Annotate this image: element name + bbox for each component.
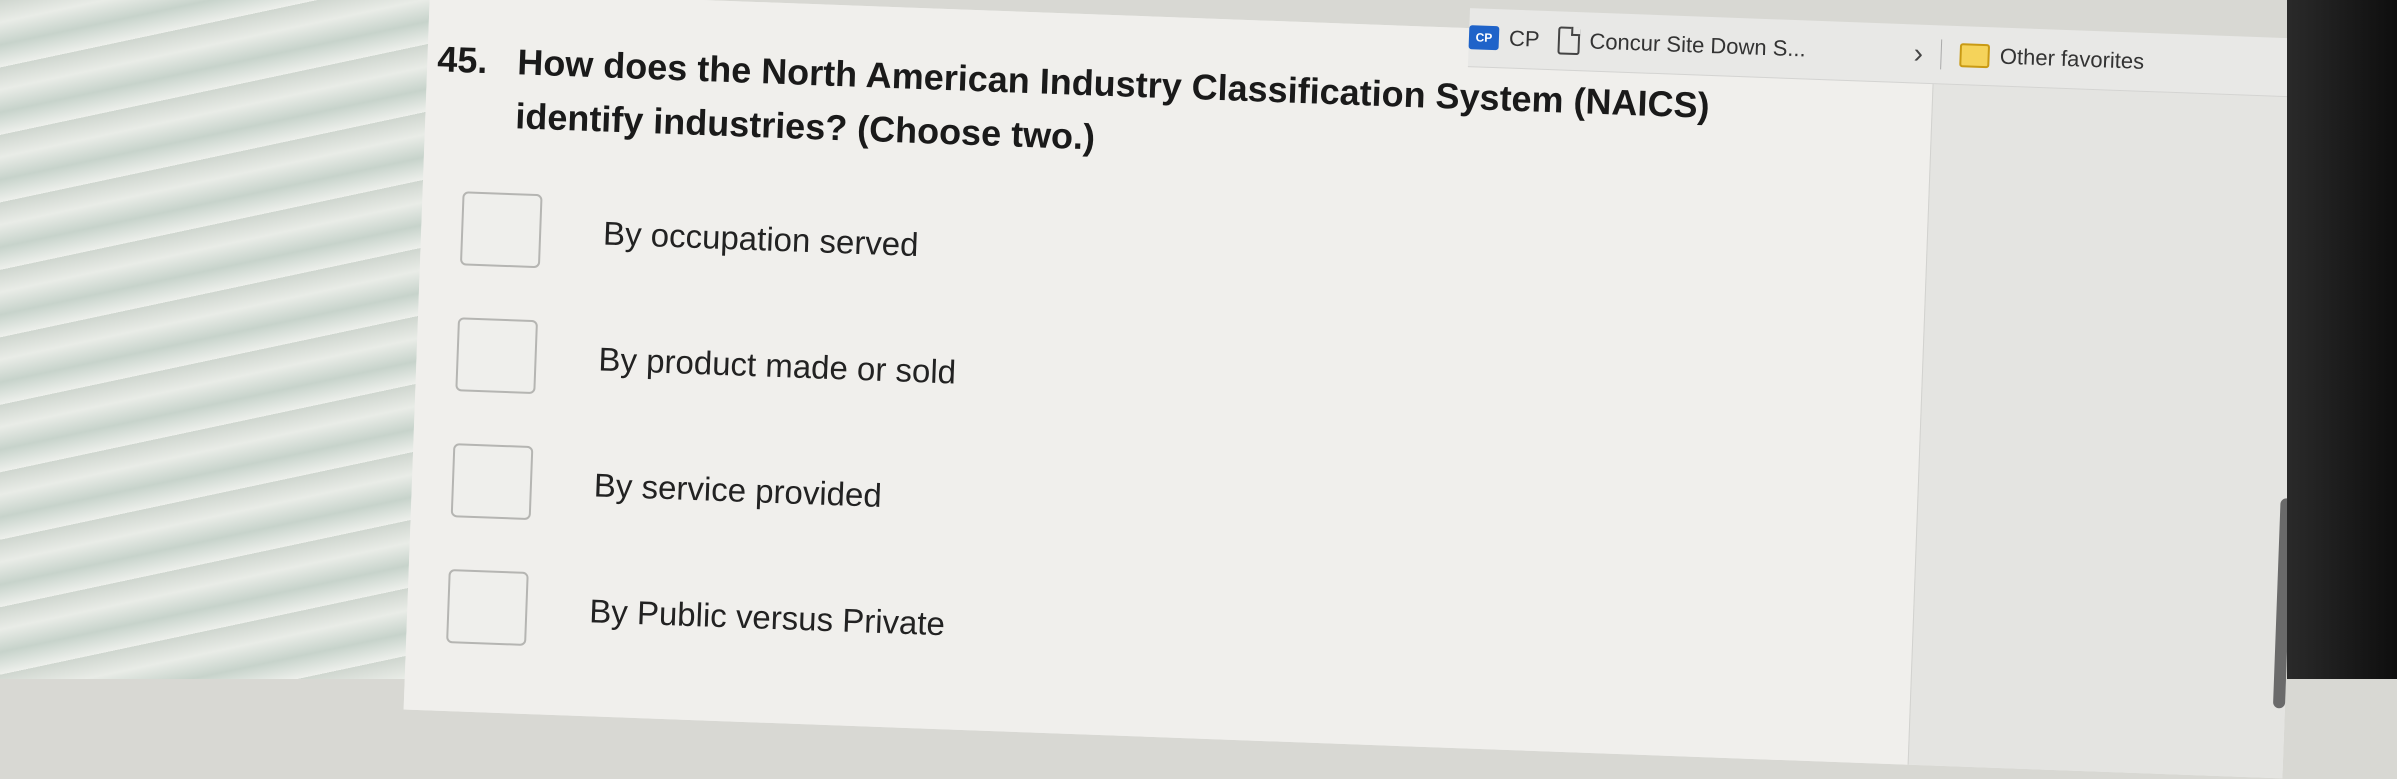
monitor-right-bezel [2287,0,2397,679]
cp-icon: CP [1468,25,1500,51]
option-1-label[interactable]: By occupation served [602,215,920,265]
option-4-label[interactable]: By Public versus Private [589,592,946,643]
option-3[interactable]: By service provided [450,443,883,533]
option-4-checkbox[interactable] [446,569,529,646]
other-favorites[interactable]: Other favorites [1959,42,2145,75]
option-3-label[interactable]: By service provided [593,466,882,515]
other-favorites-label: Other favorites [1999,43,2145,74]
question-number: 45. [436,38,489,82]
favorite-concur-label: Concur Site Down S... [1589,28,1807,62]
option-2-checkbox[interactable] [455,317,538,395]
favorite-cp[interactable]: CP CP [1468,24,1540,53]
side-panel [1907,45,2309,779]
favorite-cp-label: CP [1508,25,1540,52]
chevron-right-icon[interactable]: › [1913,37,1923,69]
document-icon [1556,26,1580,56]
folder-icon [1959,43,1991,69]
option-3-checkbox[interactable] [450,443,534,521]
option-1-checkbox[interactable] [459,191,543,269]
favorites-separator [1940,39,1943,70]
monitor-left-background [0,0,470,679]
favorite-concur[interactable]: Concur Site Down S... [1556,26,1807,63]
browser-screen: CP CP Concur Site Down S... › Other favo… [403,0,2325,779]
option-2-label[interactable]: By product made or sold [598,340,957,391]
